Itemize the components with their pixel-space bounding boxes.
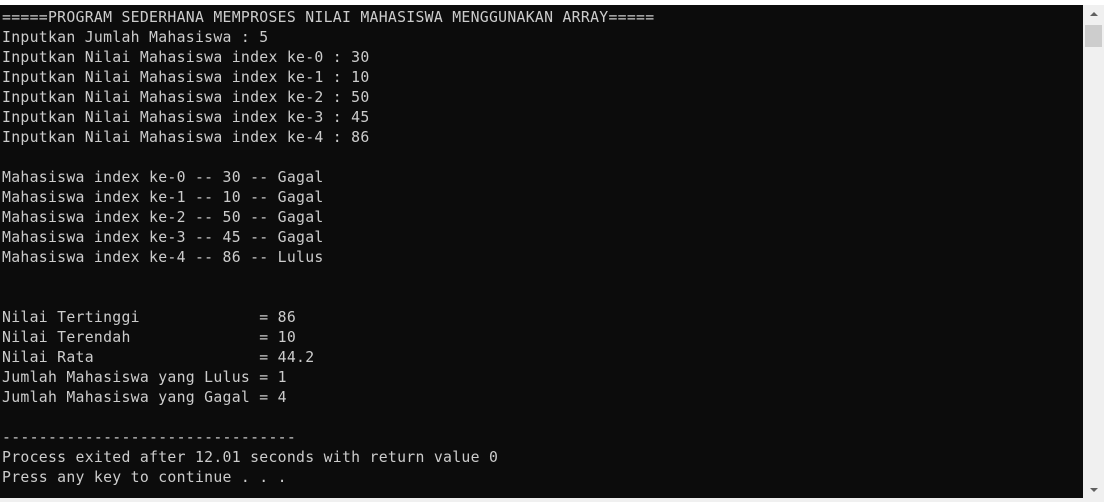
console-line: Inputkan Nilai Mahasiswa index ke-1 : 10: [2, 69, 370, 86]
console-line: --------------------------------: [2, 429, 297, 446]
console-line: Mahasiswa index ke-0 -- 30 -- Gagal: [2, 169, 324, 186]
console-line: Process exited after 12.01 seconds with …: [2, 449, 499, 466]
console-line: Press any key to continue . . .: [2, 469, 287, 486]
console-line: Inputkan Nilai Mahasiswa index ke-0 : 30: [2, 49, 370, 66]
console-line: Nilai Rata = 44.2: [2, 349, 315, 366]
console-line: =====PROGRAM SEDERHANA MEMPROSES NILAI M…: [2, 9, 655, 26]
console-line: Inputkan Jumlah Mahasiswa : 5: [2, 29, 269, 46]
console-lines: =====PROGRAM SEDERHANA MEMPROSES NILAI M…: [2, 9, 654, 489]
console-line: Inputkan Nilai Mahasiswa index ke-2 : 50: [2, 89, 370, 106]
window-bottom-edge: [0, 498, 1104, 502]
arrow-up-icon: [1089, 11, 1098, 16]
console-line: Mahasiswa index ke-4 -- 86 -- Lulus: [2, 249, 324, 266]
console-line: Mahasiswa index ke-1 -- 10 -- Gagal: [2, 189, 324, 206]
scroll-up-button[interactable]: [1083, 5, 1104, 22]
console-line: Nilai Terendah = 10: [2, 329, 297, 346]
console-line: Jumlah Mahasiswa yang Gagal = 4: [2, 389, 287, 406]
console-line: Jumlah Mahasiswa yang Lulus = 1: [2, 369, 287, 386]
console-line: Inputkan Nilai Mahasiswa index ke-3 : 45: [2, 109, 370, 126]
scrollbar-thumb[interactable]: [1085, 25, 1102, 47]
console-line: Mahasiswa index ke-2 -- 50 -- Gagal: [2, 209, 324, 226]
console-line: Mahasiswa index ke-3 -- 45 -- Gagal: [2, 229, 324, 246]
scroll-down-button[interactable]: [1083, 481, 1104, 498]
console-line: Nilai Tertinggi = 86: [2, 309, 297, 326]
arrow-down-icon: [1089, 487, 1098, 492]
console-line: Inputkan Nilai Mahasiswa index ke-4 : 86: [2, 129, 370, 146]
console-output-area[interactable]: =====PROGRAM SEDERHANA MEMPROSES NILAI M…: [0, 5, 1083, 498]
console-window: =====PROGRAM SEDERHANA MEMPROSES NILAI M…: [0, 0, 1104, 502]
vertical-scrollbar[interactable]: [1083, 5, 1104, 498]
